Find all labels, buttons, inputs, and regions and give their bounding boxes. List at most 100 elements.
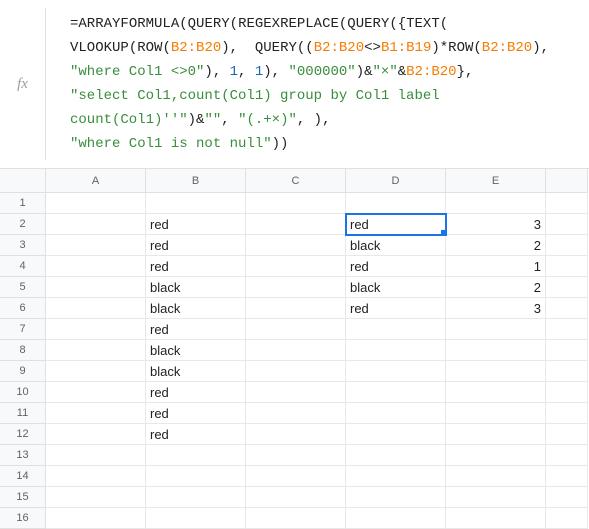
cell[interactable]: black <box>346 235 446 256</box>
cell[interactable] <box>446 361 546 382</box>
cell[interactable]: 2 <box>446 235 546 256</box>
row-header[interactable]: 2 <box>0 214 46 235</box>
cell[interactable] <box>446 382 546 403</box>
cell[interactable] <box>46 466 146 487</box>
cell[interactable]: red <box>346 214 446 235</box>
cell[interactable]: 1 <box>446 256 546 277</box>
cell[interactable] <box>46 319 146 340</box>
cell[interactable]: red <box>146 403 246 424</box>
cell[interactable]: red <box>146 424 246 445</box>
cell[interactable] <box>546 466 588 487</box>
row-header[interactable]: 1 <box>0 193 46 214</box>
column-header[interactable]: D <box>346 169 446 193</box>
row-header[interactable]: 3 <box>0 235 46 256</box>
cell[interactable] <box>546 445 588 466</box>
cell[interactable] <box>146 487 246 508</box>
cell[interactable]: black <box>146 340 246 361</box>
cell[interactable] <box>346 466 446 487</box>
cell[interactable] <box>46 508 146 529</box>
cell[interactable] <box>346 487 446 508</box>
cell[interactable] <box>46 214 146 235</box>
cell[interactable] <box>146 445 246 466</box>
row-header[interactable]: 8 <box>0 340 46 361</box>
cell[interactable] <box>46 193 146 214</box>
cell[interactable] <box>46 340 146 361</box>
cell[interactable] <box>546 340 588 361</box>
cell[interactable] <box>346 361 446 382</box>
row-header[interactable]: 7 <box>0 319 46 340</box>
cell[interactable]: 2 <box>446 277 546 298</box>
row-header[interactable]: 15 <box>0 487 46 508</box>
cell[interactable] <box>246 403 346 424</box>
row-header[interactable]: 12 <box>0 424 46 445</box>
cell[interactable]: red <box>146 256 246 277</box>
cell[interactable] <box>546 403 588 424</box>
cell[interactable] <box>546 193 588 214</box>
cell[interactable] <box>546 214 588 235</box>
cell[interactable] <box>446 403 546 424</box>
cell[interactable] <box>246 235 346 256</box>
column-header[interactable]: E <box>446 169 546 193</box>
cell[interactable] <box>246 445 346 466</box>
row-header[interactable]: 11 <box>0 403 46 424</box>
cell[interactable] <box>346 319 446 340</box>
cell[interactable] <box>146 193 246 214</box>
row-header[interactable]: 9 <box>0 361 46 382</box>
row-header[interactable]: 10 <box>0 382 46 403</box>
row-header[interactable]: 14 <box>0 466 46 487</box>
cell[interactable] <box>46 445 146 466</box>
cell[interactable]: red <box>146 214 246 235</box>
cell[interactable]: red <box>146 319 246 340</box>
cell[interactable]: 3 <box>446 214 546 235</box>
row-header[interactable]: 13 <box>0 445 46 466</box>
cell[interactable] <box>46 424 146 445</box>
column-header[interactable] <box>546 169 588 193</box>
cell[interactable] <box>246 382 346 403</box>
cell[interactable] <box>46 256 146 277</box>
cell[interactable] <box>446 445 546 466</box>
cell[interactable] <box>246 256 346 277</box>
cell[interactable] <box>246 361 346 382</box>
cell[interactable]: black <box>146 361 246 382</box>
cell[interactable] <box>346 403 446 424</box>
column-header[interactable]: B <box>146 169 246 193</box>
cell[interactable] <box>46 235 146 256</box>
cell[interactable] <box>446 424 546 445</box>
cell[interactable]: black <box>146 277 246 298</box>
row-header[interactable]: 4 <box>0 256 46 277</box>
cell[interactable] <box>546 487 588 508</box>
cell[interactable] <box>446 487 546 508</box>
cell[interactable] <box>46 487 146 508</box>
cell[interactable] <box>46 277 146 298</box>
cell[interactable] <box>346 382 446 403</box>
cell[interactable] <box>346 508 446 529</box>
cell[interactable]: red <box>346 298 446 319</box>
row-header[interactable]: 6 <box>0 298 46 319</box>
cell[interactable] <box>446 508 546 529</box>
cell[interactable] <box>446 193 546 214</box>
cell[interactable]: black <box>146 298 246 319</box>
cell[interactable] <box>346 445 446 466</box>
column-header[interactable]: C <box>246 169 346 193</box>
cell[interactable] <box>546 508 588 529</box>
cell[interactable]: red <box>146 382 246 403</box>
cell[interactable] <box>546 319 588 340</box>
spreadsheet-grid[interactable]: ABCDE12redred33redblack24redred15blackbl… <box>0 169 589 529</box>
corner-cell[interactable] <box>0 169 46 193</box>
cell[interactable] <box>246 298 346 319</box>
cell[interactable] <box>446 319 546 340</box>
cell[interactable] <box>246 508 346 529</box>
cell[interactable] <box>46 403 146 424</box>
column-header[interactable]: A <box>46 169 146 193</box>
cell[interactable] <box>546 277 588 298</box>
cell[interactable] <box>546 424 588 445</box>
cell[interactable] <box>146 508 246 529</box>
cell[interactable] <box>46 298 146 319</box>
cell[interactable] <box>246 193 346 214</box>
cell[interactable] <box>546 256 588 277</box>
cell[interactable] <box>146 466 246 487</box>
formula-input[interactable]: =ARRAYFORMULA(QUERY(REGEXREPLACE(QUERY({… <box>46 8 589 160</box>
cell[interactable]: black <box>346 277 446 298</box>
cell[interactable] <box>346 424 446 445</box>
cell[interactable]: 3 <box>446 298 546 319</box>
